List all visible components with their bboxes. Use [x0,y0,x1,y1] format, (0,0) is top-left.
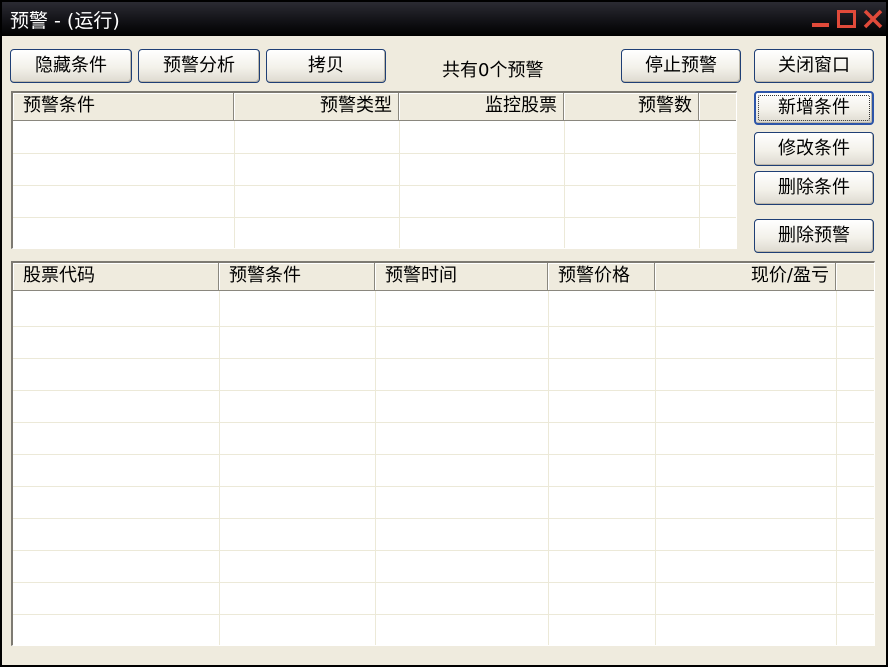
column-header-alert-type[interactable]: 预警类型 [234,93,399,121]
minimize-icon[interactable] [810,8,832,30]
grid-line [13,614,874,615]
grid-line [13,185,736,186]
grid-line [13,422,874,423]
grid-line [13,326,874,327]
grid-line [548,291,549,645]
delete-alert-button[interactable]: 删除预警 [754,219,874,253]
column-header-alert-count[interactable]: 预警数 [564,93,699,121]
alert-analysis-button[interactable]: 预警分析 [138,49,260,83]
grid-line [13,153,736,154]
grid-line [13,390,874,391]
add-condition-button[interactable]: 新增条件 [754,91,874,125]
alerts-table[interactable]: 股票代码 预警条件 预警时间 预警价格 现价/盈亏 [11,261,875,646]
close-icon[interactable] [862,8,884,30]
copy-button[interactable]: 拷贝 [266,49,386,83]
column-header-filler [699,93,736,121]
alert-window: 预警 - (运行) 隐藏条件 预警分析 拷贝 共有0个预警 停止预警 关闭窗口 … [0,0,888,667]
title-bar[interactable]: 预警 - (运行) [2,2,886,36]
grid-line [13,358,874,359]
window-title: 预警 - (运行) [10,10,120,32]
grid-line [655,291,656,645]
hide-conditions-button[interactable]: 隐藏条件 [10,49,132,83]
modify-condition-button[interactable]: 修改条件 [754,132,874,166]
focus-ring [758,95,870,121]
grid-line [13,454,874,455]
column-header-alert-condition[interactable]: 预警条件 [13,93,234,121]
column-header-alert-condition[interactable]: 预警条件 [219,263,375,291]
grid-line [13,518,874,519]
alert-count-label: 共有0个预警 [442,60,544,81]
grid-line [13,582,874,583]
column-header-monitored-stock[interactable]: 监控股票 [399,93,564,121]
grid-line [13,550,874,551]
conditions-table[interactable]: 预警条件 预警类型 监控股票 预警数 [11,91,737,249]
stop-alert-button[interactable]: 停止预警 [621,49,741,83]
column-header-alert-time[interactable]: 预警时间 [375,263,548,291]
maximize-icon[interactable] [836,8,858,30]
delete-condition-button[interactable]: 删除条件 [754,171,874,205]
grid-line [375,291,376,645]
grid-line [219,291,220,645]
grid-line [13,217,736,218]
column-header-current-price-pl[interactable]: 现价/盈亏 [655,263,836,291]
grid-line [13,486,874,487]
column-header-filler [836,263,874,291]
column-header-stock-code[interactable]: 股票代码 [13,263,219,291]
grid-line [836,291,837,645]
column-header-alert-price[interactable]: 预警价格 [548,263,655,291]
close-window-button[interactable]: 关闭窗口 [754,49,874,83]
